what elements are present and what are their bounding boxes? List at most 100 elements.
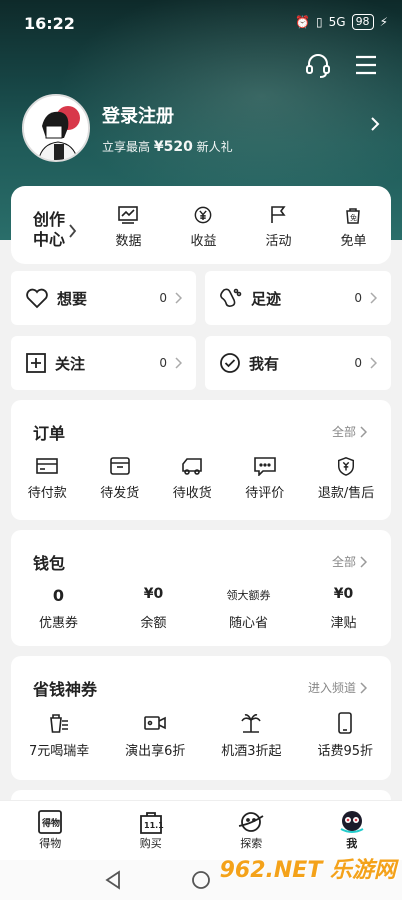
box-icon — [109, 457, 130, 475]
flag-icon — [271, 206, 287, 223]
creator-item-label: 数据 — [115, 234, 142, 249]
video-camera-icon — [144, 716, 167, 730]
order-pending-payment[interactable]: 待付款 — [28, 456, 67, 501]
tab-buy[interactable]: 11.11 购买 — [111, 801, 191, 860]
wallet-allowance[interactable]: ¥0 津贴 — [304, 586, 384, 631]
avatar[interactable] — [22, 94, 90, 162]
orders-card: 订单 全部 待付款 待发货 待收货 待评价 退款/售后 — [11, 400, 391, 520]
wallet-coupons[interactable]: 0 优惠券 — [19, 586, 99, 631]
creator-item-label: 收益 — [190, 234, 217, 249]
watermark: 962.NET 乐游网 — [219, 858, 396, 883]
palm-tree-icon — [241, 714, 262, 733]
own-tile[interactable]: 我有 0 — [205, 336, 391, 390]
coupons-channel-link[interactable]: 进入频道 — [308, 679, 367, 696]
coupon-luckin[interactable]: 7元喝瑞幸 — [29, 712, 89, 759]
svg-text:得物: 得物 — [41, 817, 60, 829]
truck-icon — [182, 458, 203, 475]
chevron-right-icon — [370, 292, 377, 304]
status-bar: 16:22 ⏰ ▯ 5G 98 ⚡ — [0, 0, 402, 44]
network-label: 5G — [328, 15, 346, 29]
order-item-label: 待付款 — [27, 486, 67, 501]
order-item-label: 待发货 — [100, 486, 140, 501]
coupon-label: 演出享6折 — [125, 744, 186, 759]
plus-square-icon — [26, 353, 46, 373]
me-avatar-icon — [340, 811, 364, 833]
home-icon[interactable] — [190, 869, 212, 891]
want-tile[interactable]: 想要 0 — [11, 271, 196, 325]
coupon-label: 机酒3折起 — [221, 744, 282, 759]
gift-suffix: 新人礼 — [196, 139, 233, 154]
order-pending-receipt[interactable]: 待收货 — [173, 456, 212, 501]
creator-data[interactable]: 数据 — [115, 206, 142, 249]
wallet-value: 0 — [52, 586, 65, 605]
creator-item-label: 活动 — [265, 234, 292, 249]
shopping-bag-icon: 11.11 — [139, 812, 164, 834]
coupon-show[interactable]: 演出享6折 — [125, 712, 185, 759]
order-item-label: 退款/售后 — [317, 486, 375, 501]
drink-icon — [50, 714, 69, 733]
chart-icon — [118, 206, 139, 224]
alarm-icon: ⏰ — [295, 15, 311, 29]
comment-icon — [253, 457, 276, 476]
wallet-value: ¥0 — [143, 586, 164, 602]
creator-activity[interactable]: 活动 — [265, 206, 292, 249]
bag-icon: 免 — [346, 208, 361, 224]
customer-service-icon[interactable] — [304, 52, 332, 84]
creator-chevron-icon — [69, 224, 77, 238]
footprint-tile[interactable]: 足迹 0 — [205, 271, 391, 325]
coupon-travel[interactable]: 机酒3折起 — [221, 712, 282, 759]
login-register[interactable]: 登录注册 — [102, 102, 233, 128]
bottom-tab-bar: 得物 得物 11.11 购买 探索 我 — [0, 800, 402, 860]
svg-text:免: 免 — [350, 213, 357, 222]
order-pending-shipment[interactable]: 待发货 — [100, 456, 139, 501]
follow-count: 0 — [159, 356, 167, 370]
creator-earnings[interactable]: 收益 — [190, 206, 217, 249]
chevron-right-icon — [175, 357, 182, 369]
status-icons: ⏰ ▯ 5G 98 ⚡ — [295, 14, 388, 30]
footprint-icon — [220, 288, 242, 307]
wallet-card: 钱包 全部 0 优惠券 ¥0 余额 领大额券 随心省 ¥0 津贴 — [11, 530, 391, 646]
vibrate-icon: ▯ — [316, 15, 323, 29]
orders-title: 订单 — [33, 424, 66, 443]
tab-label: 探索 — [240, 837, 263, 850]
phone-icon — [338, 712, 353, 734]
coupons-card: 省钱神券 进入频道 7元喝瑞幸 演出享6折 机酒3折起 话费95折 — [11, 656, 391, 780]
card-icon — [36, 458, 59, 474]
orders-all-link[interactable]: 全部 — [332, 423, 367, 440]
creator-item-label: 免单 — [340, 234, 367, 249]
creator-free-order[interactable]: 免 免单 — [340, 206, 367, 249]
order-item-label: 待收货 — [172, 486, 212, 501]
tab-dewu[interactable]: 得物 得物 — [10, 801, 90, 860]
menu-icon[interactable] — [354, 54, 378, 80]
own-label: 我有 — [249, 354, 280, 373]
tab-label: 得物 — [39, 837, 62, 850]
wallet-label: 余额 — [140, 616, 167, 631]
check-circle-icon — [220, 353, 240, 373]
back-icon[interactable] — [104, 870, 122, 890]
profile-chevron-icon[interactable] — [370, 116, 380, 136]
wallet-all-link[interactable]: 全部 — [332, 553, 367, 570]
creator-center-label[interactable]: 创作 中心 — [33, 210, 65, 250]
yen-coin-icon — [195, 206, 212, 224]
profile-login[interactable]: 登录注册 立享最高 ¥520 新人礼 — [22, 94, 233, 162]
tab-label: 购买 — [139, 837, 162, 850]
orders-all-label: 全部 — [331, 425, 356, 439]
footprint-count: 0 — [354, 291, 362, 305]
coupon-phone[interactable]: 话费95折 — [317, 712, 373, 759]
wallet-title: 钱包 — [33, 554, 66, 573]
coupons-channel-label: 进入频道 — [307, 681, 356, 695]
want-label: 想要 — [57, 289, 88, 308]
gift-prefix: 立享最高 — [102, 139, 151, 154]
wallet-all-label: 全部 — [331, 555, 356, 569]
creator-card: 创作 中心 数据 收益 活动 免 免单 — [11, 186, 391, 264]
order-pending-review[interactable]: 待评价 — [245, 456, 284, 501]
follow-tile[interactable]: 关注 0 — [11, 336, 196, 390]
wallet-label: 随心省 — [228, 616, 268, 631]
shield-yen-icon — [338, 457, 354, 476]
wallet-saver[interactable]: 领大额券 随心省 — [209, 586, 289, 631]
order-refund[interactable]: 退款/售后 — [318, 456, 374, 501]
wallet-balance[interactable]: ¥0 余额 — [114, 586, 194, 631]
chevron-right-icon — [360, 555, 367, 568]
heart-icon — [26, 288, 48, 309]
chevron-right-icon — [360, 425, 367, 438]
